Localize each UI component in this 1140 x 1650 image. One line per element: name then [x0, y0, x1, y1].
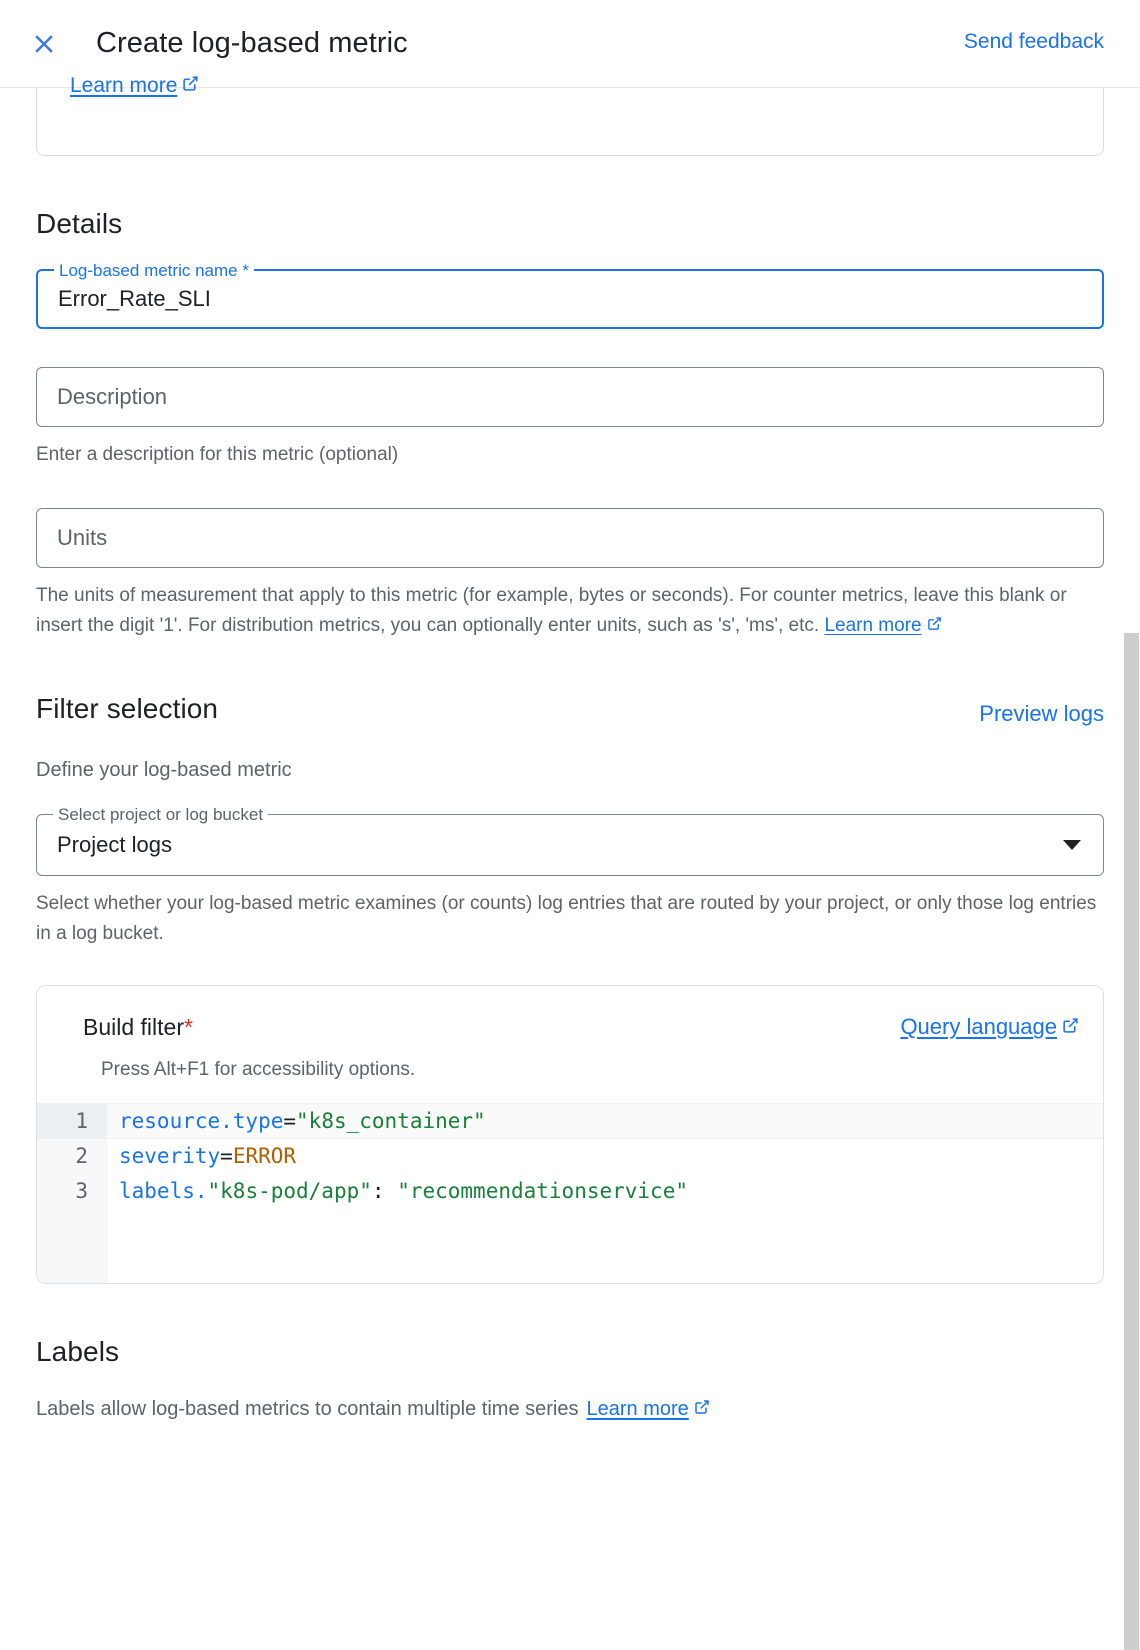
query-language-link[interactable]: Query language: [900, 1014, 1079, 1040]
code-token-op: =: [283, 1109, 297, 1133]
send-feedback-link[interactable]: Send feedback: [964, 30, 1104, 54]
editor-line-number: 1: [37, 1104, 106, 1139]
filter-selection-header: Filter selection Preview logs: [36, 693, 1104, 727]
code-token-op: =: [220, 1144, 233, 1168]
description-field[interactable]: Description: [36, 367, 1104, 427]
editor-code-line[interactable]: severity=ERROR: [107, 1139, 1103, 1174]
preview-logs-button[interactable]: Preview logs: [979, 701, 1104, 727]
editor-line-number: 2: [75, 1144, 88, 1168]
code-token-val: ERROR: [232, 1144, 297, 1168]
external-link-icon: [927, 611, 942, 641]
project-select-label: Select project or log bucket: [53, 804, 269, 826]
project-select-helper: Select whether your log-based metric exa…: [36, 893, 1097, 944]
required-marker: *: [183, 1014, 193, 1040]
accessibility-hint: Press Alt+F1 for accessibility options.: [101, 1059, 416, 1080]
close-button[interactable]: [20, 20, 68, 68]
editor-line-number: 3: [75, 1179, 88, 1203]
units-field[interactable]: Units: [36, 508, 1104, 568]
external-link-icon: [182, 75, 199, 97]
intro-learn-more-label: Learn more: [70, 74, 178, 97]
code-token-str: "k8s_container": [296, 1109, 486, 1133]
units-learn-more-link[interactable]: Learn more: [824, 611, 941, 641]
metric-name-value: Error_Rate_SLI: [58, 286, 211, 311]
build-filter-label: Build filter: [83, 1014, 184, 1040]
metric-name-label: Log-based metric name *: [54, 260, 254, 282]
filter-code-editor[interactable]: 123 resource.type="k8s_container" severit…: [37, 1103, 1103, 1283]
code-token-key: severity: [119, 1144, 221, 1168]
description-placeholder: Description: [57, 384, 168, 409]
editor-gutter: 1 2 3: [37, 1104, 107, 1283]
project-select-value: Project logs: [57, 832, 172, 857]
editor-code-line[interactable]: resource.type="k8s_container": [107, 1104, 1103, 1139]
page-title: Create log-based metric: [96, 27, 408, 59]
editor-code-area[interactable]: resource.type="k8s_container" severity=ER…: [107, 1104, 1103, 1283]
intro-learn-more-link[interactable]: Learn more: [70, 74, 199, 98]
external-link-icon: [1062, 1014, 1079, 1040]
project-select[interactable]: Select project or log bucket Project log…: [36, 804, 1104, 876]
labels-section-title: Labels: [36, 1336, 120, 1367]
scrollbar-thumb[interactable]: [1124, 633, 1139, 1650]
query-language-label: Query language: [900, 1014, 1057, 1039]
labels-description: Labels allow log-based metrics to contai…: [36, 1398, 1104, 1421]
filter-selection-title: Filter selection: [36, 693, 219, 724]
code-token-key: resource.type: [119, 1109, 284, 1133]
editor-code-line[interactable]: labels."k8s-pod/app": "recommendationser…: [107, 1174, 1103, 1209]
filter-selection-subtitle: Define your log-based metric: [36, 759, 292, 781]
build-filter-card: Build filter* Query language Press Alt+F…: [36, 985, 1104, 1284]
code-token-str: "k8s-pod/app": [207, 1179, 372, 1203]
units-learn-more-label: Learn more: [824, 615, 922, 636]
description-helper: Enter a description for this metric (opt…: [36, 444, 399, 465]
units-placeholder: Units: [57, 525, 108, 550]
labels-description-text: Labels allow log-based metrics to contai…: [36, 1398, 579, 1420]
intro-card: Learn more: [36, 74, 1104, 156]
details-section-title: Details: [36, 208, 123, 239]
code-token-op: :: [371, 1179, 398, 1203]
dialog-body: Learn more Details Log-based metric name…: [0, 74, 1140, 1650]
close-icon: [29, 29, 59, 59]
build-filter-header: Build filter* Query language Press Alt+F…: [37, 986, 1103, 1081]
units-helper: The units of measurement that apply to t…: [36, 581, 1104, 641]
code-token-key: labels.: [119, 1179, 208, 1203]
code-token-str: "recommendationservice": [397, 1179, 688, 1203]
page-scrollbar[interactable]: [1123, 88, 1140, 1650]
metric-name-field[interactable]: Log-based metric name * Error_Rate_SLI: [36, 260, 1104, 329]
labels-learn-more-label: Learn more: [586, 1398, 689, 1420]
chevron-down-icon: [1063, 840, 1081, 850]
external-link-icon: [694, 1398, 710, 1421]
labels-learn-more-link[interactable]: Learn more: [586, 1398, 709, 1421]
